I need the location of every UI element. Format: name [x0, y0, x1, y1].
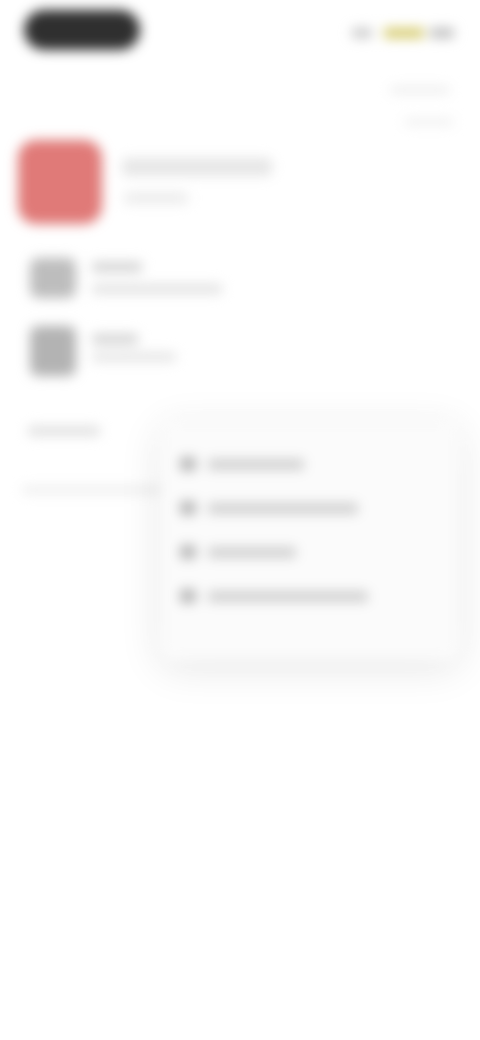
menu-item-2-icon: [180, 501, 196, 515]
menu-item-3[interactable]: [180, 538, 296, 566]
menu-item-4-label: [208, 590, 368, 602]
notification-2-title: [92, 334, 138, 344]
signal-icon: [352, 28, 372, 38]
menu-item-2[interactable]: [180, 494, 358, 522]
menu-item-2-label: [208, 502, 358, 514]
notification-1-title: [92, 262, 142, 272]
app-subtitle: [124, 192, 188, 204]
wifi-icon: [384, 28, 424, 38]
battery-icon: [430, 28, 454, 38]
menu-item-1-icon: [180, 457, 196, 471]
notification-1-icon[interactable]: [30, 258, 76, 298]
status-pill: [24, 10, 140, 50]
top-caption: [390, 86, 450, 94]
menu-item-4[interactable]: [180, 582, 368, 610]
app-icon[interactable]: [18, 140, 102, 224]
menu-item-3-label: [208, 546, 296, 558]
section-label: [28, 426, 100, 436]
menu-item-3-icon: [180, 545, 196, 559]
divider: [22, 486, 172, 494]
app-name: [122, 158, 272, 176]
status-icons: [352, 22, 462, 42]
menu-item-1[interactable]: [180, 450, 304, 478]
notification-2-text: [92, 352, 176, 362]
menu-item-1-label: [208, 458, 304, 470]
notification-1-text: [92, 284, 222, 294]
menu-item-4-icon: [180, 589, 196, 603]
phone-screen: [0, 0, 480, 1040]
blurred-content: [0, 0, 480, 1040]
top-caption-secondary: [404, 118, 454, 126]
context-menu: [160, 420, 460, 660]
notification-2-icon[interactable]: [30, 326, 76, 376]
